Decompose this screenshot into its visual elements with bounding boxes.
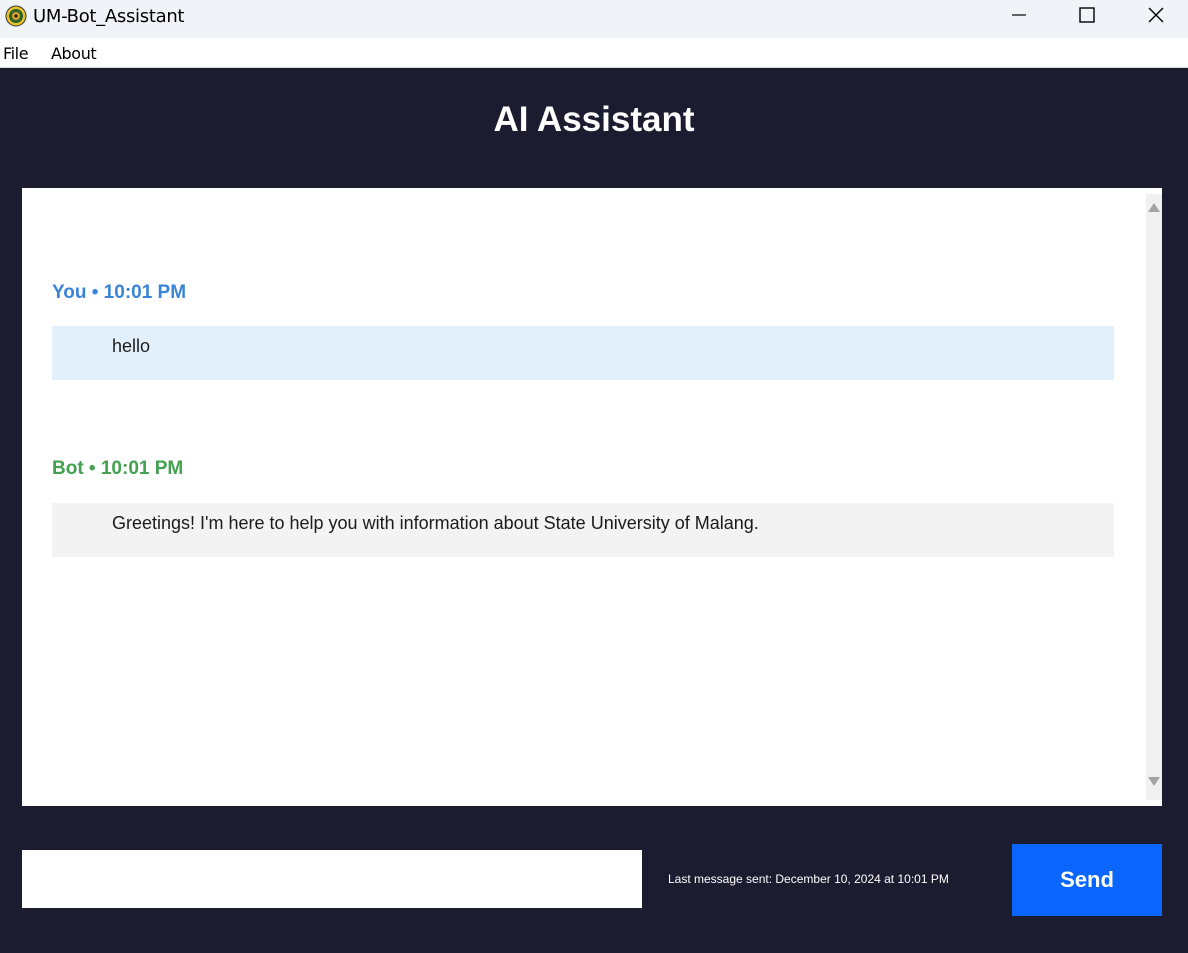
page-title: AI Assistant bbox=[493, 100, 695, 139]
bot-message-header: Bot • 10:01 PM bbox=[52, 458, 184, 479]
window-title: UM-Bot_Assistant bbox=[33, 6, 185, 27]
university-seal-icon bbox=[5, 5, 27, 27]
user-message-header: You • 10:01 PM bbox=[52, 282, 187, 303]
chat-scrollbar[interactable] bbox=[1146, 194, 1162, 800]
close-icon bbox=[1148, 7, 1164, 23]
user-message-bubble: hello bbox=[52, 326, 1114, 380]
message-input[interactable] bbox=[22, 850, 642, 908]
menu-bar: File About bbox=[0, 38, 1188, 68]
send-button[interactable]: Send bbox=[1012, 844, 1162, 916]
maximize-icon bbox=[1079, 7, 1095, 23]
last-message-status: Last message sent: December 10, 2024 at … bbox=[668, 872, 949, 886]
menu-about[interactable]: About bbox=[51, 44, 97, 63]
window-titlebar: UM-Bot_Assistant bbox=[0, 0, 1188, 38]
bot-message-bubble: Greetings! I'm here to help you with inf… bbox=[52, 503, 1114, 557]
maximize-button[interactable] bbox=[1053, 0, 1121, 30]
chat-history[interactable]: You • 10:01 PM hello Bot • 10:01 PM Gree… bbox=[22, 188, 1162, 806]
close-button[interactable] bbox=[1122, 0, 1188, 30]
minimize-button[interactable] bbox=[985, 0, 1053, 30]
minimize-icon bbox=[1012, 14, 1026, 16]
menu-file[interactable]: File bbox=[3, 44, 29, 63]
scroll-down-arrow-icon[interactable] bbox=[1148, 777, 1160, 786]
scroll-up-arrow-icon[interactable] bbox=[1148, 203, 1160, 212]
